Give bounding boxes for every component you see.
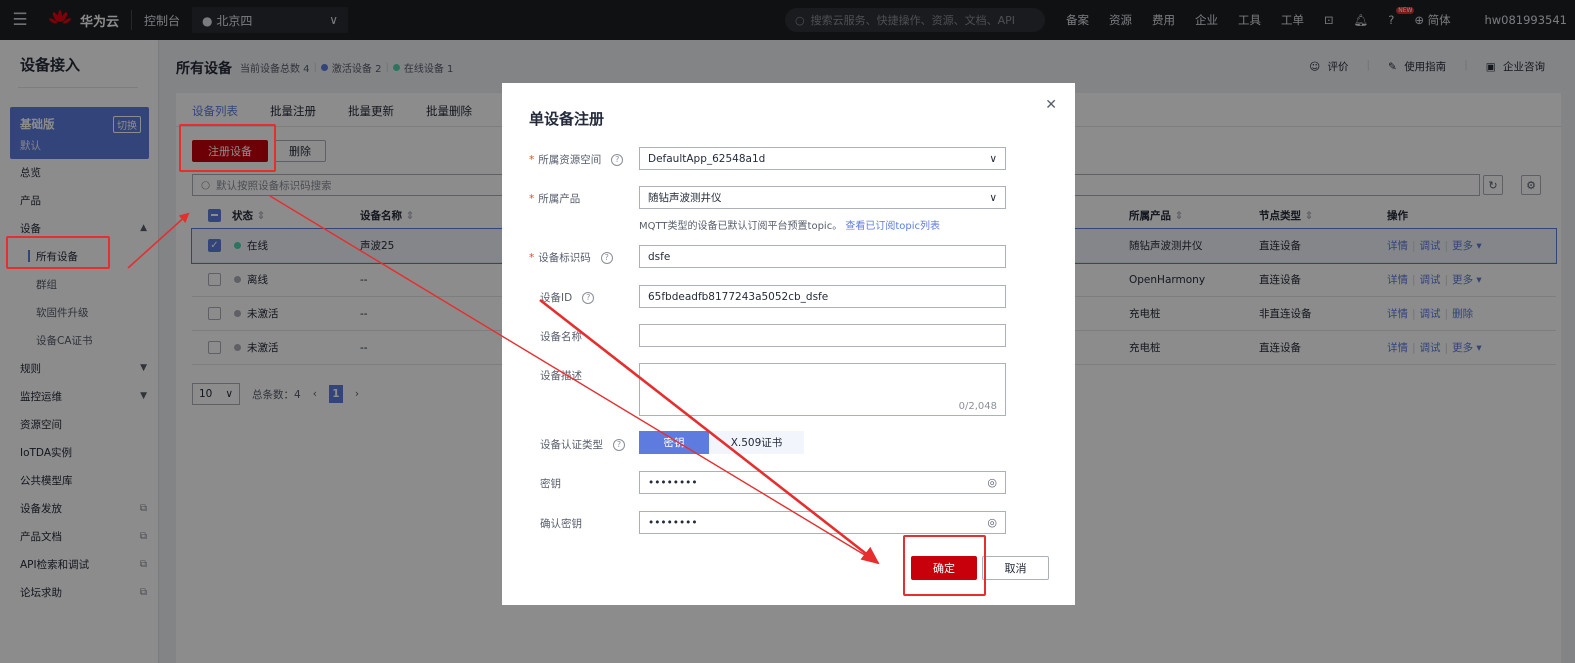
device-name-label: 设备名称 (540, 331, 582, 343)
deviceid-label-text: 设备ID (540, 292, 573, 304)
dialog-title: 单设备注册 (529, 110, 605, 128)
eye-hidden-icon[interactable]: ◎ (987, 476, 997, 489)
product-label: * 所属产品 (529, 192, 581, 206)
auth-x509-option[interactable]: X.509证书 (709, 431, 804, 454)
help-icon[interactable]: ? (613, 438, 625, 451)
device-id-input[interactable]: 65fbdeadfb8177243a5052cb_dsfe (639, 285, 1006, 308)
secret-value: •••••••• (648, 476, 698, 489)
view-topic-link[interactable]: 查看已订阅topic列表 (845, 221, 940, 232)
eye-hidden-icon[interactable]: ◎ (987, 516, 997, 529)
device-desc-label: 设备描述 (540, 370, 582, 382)
resource-space-value: DefaultApp_62548a1d (648, 152, 766, 165)
auth-type-label-text: 设备认证类型 (540, 439, 603, 451)
auth-type-segmented: 密钥 X.509证书 (639, 431, 804, 454)
product-hint-text: MQTT类型的设备已默认订阅平台预置topic。 (639, 221, 843, 232)
secret-label: 密钥 (540, 478, 561, 490)
device-desc-textarea[interactable]: 0/2,048 (639, 363, 1006, 416)
auth-type-label: 设备认证类型? (540, 437, 625, 452)
identifier-value: dsfe (648, 250, 671, 263)
highlight-all-devices (6, 236, 110, 269)
register-device-dialog: 单设备注册 ✕ * 所属资源空间? DefaultApp_62548a1d ∨ * 所… (502, 83, 1075, 605)
chevron-down-icon: ∨ (989, 191, 997, 204)
product-value: 随钻声波测井仪 (648, 192, 722, 204)
auth-secret-option[interactable]: 密钥 (639, 431, 709, 454)
space-label-text: 所属资源空间 (538, 154, 602, 166)
product-label-text: 所属产品 (538, 193, 581, 205)
help-icon[interactable]: ? (582, 291, 595, 304)
help-icon[interactable]: ? (611, 153, 624, 166)
identifier-input[interactable]: dsfe (639, 245, 1006, 268)
close-icon[interactable]: ✕ (1045, 97, 1057, 113)
product-hint: MQTT类型的设备已默认订阅平台预置topic。 查看已订阅topic列表 (639, 217, 940, 232)
resource-space-select[interactable]: DefaultApp_62548a1d ∨ (639, 147, 1006, 170)
desc-char-count: 0/2,048 (958, 401, 997, 412)
identifier-label-text: 设备标识码 (538, 252, 591, 264)
product-select[interactable]: 随钻声波测井仪 ∨ (639, 186, 1006, 209)
confirm-secret-input[interactable]: •••••••• ◎ (639, 511, 1006, 534)
space-label: * 所属资源空间? (529, 152, 624, 167)
confirm-secret-label: 确认密钥 (540, 518, 582, 530)
identifier-label: * 设备标识码? (529, 250, 613, 265)
cancel-button[interactable]: 取消 (982, 556, 1049, 580)
deviceid-label: 设备ID? (540, 290, 595, 305)
device-name-input[interactable] (639, 324, 1006, 347)
device-id-value: 65fbdeadfb8177243a5052cb_dsfe (648, 290, 829, 303)
confirm-secret-value: •••••••• (648, 516, 698, 529)
secret-input[interactable]: •••••••• ◎ (639, 471, 1006, 494)
highlight-confirm-button (903, 535, 986, 596)
chevron-down-icon: ∨ (989, 152, 997, 165)
highlight-register-button (179, 124, 276, 172)
help-icon[interactable]: ? (600, 251, 613, 264)
